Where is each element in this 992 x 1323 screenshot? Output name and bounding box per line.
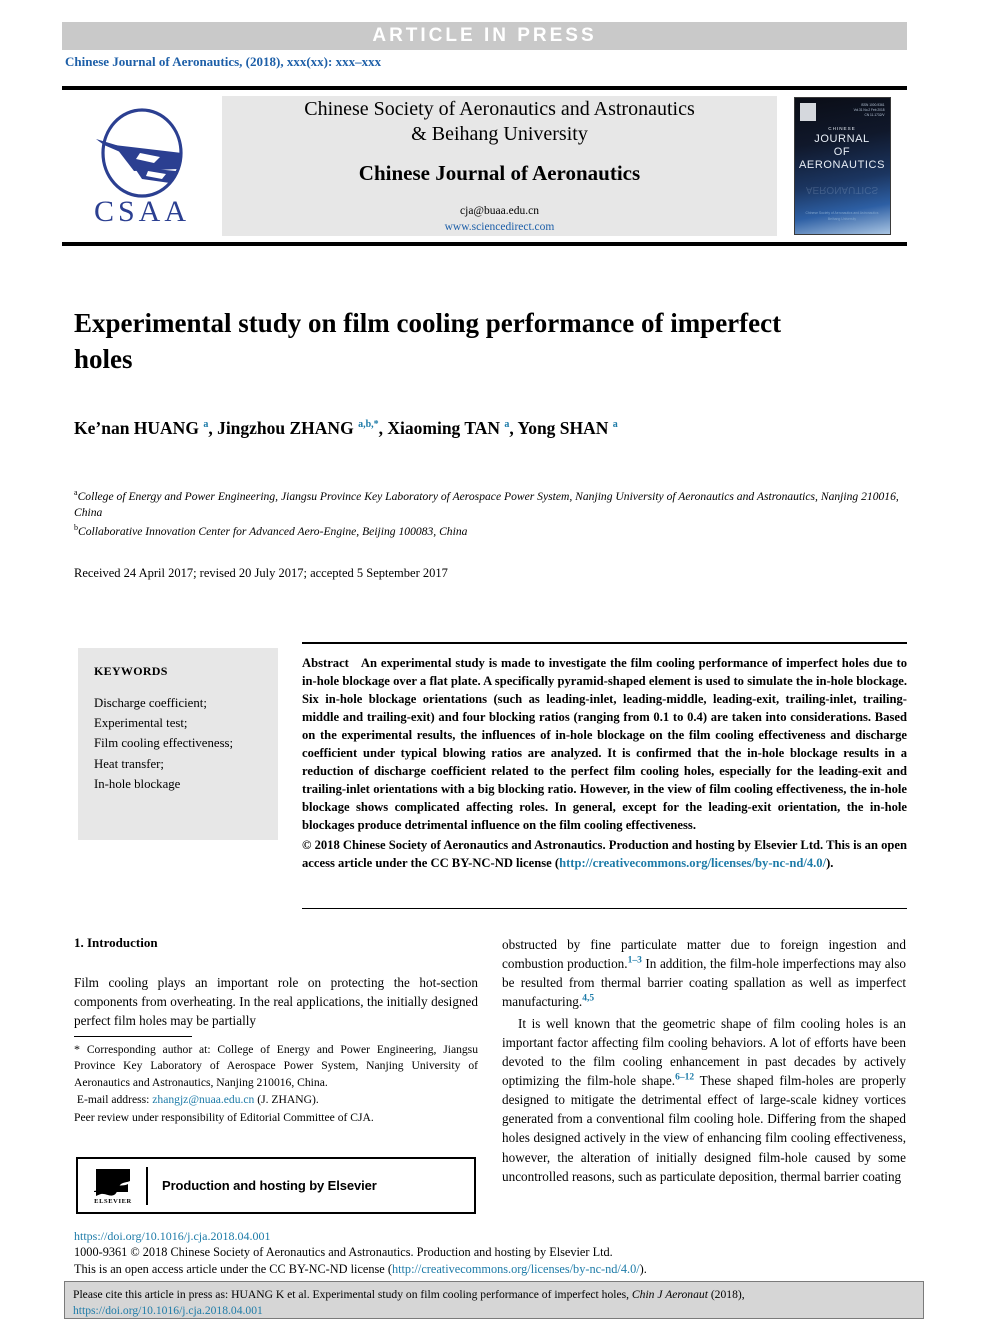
footer-issn-line: 1000-9361 © 2018 Chinese Society of Aero… (74, 1245, 613, 1259)
elsevier-wordmark: ELSEVIER (94, 1197, 132, 1205)
keyword-item: In-hole blockage (94, 776, 181, 791)
running-head: Chinese Journal of Aeronautics, (2018), … (65, 54, 382, 69)
cover-title-line-2: OF (833, 145, 851, 158)
csaa-logo-text: CSAA (93, 195, 191, 228)
citation-journal-abbrev: Chin J Aeronaut (631, 1288, 708, 1301)
journal-email: cja@buaa.edu.cn (460, 204, 539, 217)
cover-footer-line-2: Beihang University (827, 216, 857, 221)
keyword-item: Discharge coefficient; (94, 696, 207, 710)
journal-name: Chinese Journal of Aeronautics (358, 160, 641, 185)
cover-title-line-3: AERONAUTICS (798, 158, 886, 171)
article-in-press-label: ARTICLE IN PRESS (372, 25, 597, 46)
citation-ref[interactable]: 1–3 (628, 956, 642, 966)
abstract-rule-bottom (302, 908, 907, 909)
keyword-item: Experimental test; (94, 716, 188, 731)
cover-footer-line-1: Chinese Society of Aeronautics and Astro… (805, 210, 879, 215)
society-line-1: Chinese Society of Aeronautics and Astro… (304, 97, 695, 120)
section-heading-introduction: 1. Introduction (74, 935, 158, 950)
asterisk-icon: * (74, 1042, 80, 1056)
footer-license-link[interactable]: http://creativecommons.org/licenses/by-n… (392, 1262, 640, 1276)
elsevier-tree-icon (799, 103, 816, 121)
abstract-block: Abstract An experimental study is made to… (302, 654, 907, 872)
footer-doi-link[interactable]: https://doi.org/10.1016/j.cja.2018.04.00… (74, 1229, 914, 1244)
keywords-panel: KEYWORDS Discharge coefficient; Experime… (78, 648, 278, 840)
corresponding-author-note: * Corresponding author at: College of En… (74, 1042, 478, 1089)
footnote-block: * Corresponding author at: College of En… (74, 1036, 478, 1126)
keywords-heading: KEYWORDS (94, 664, 168, 678)
cover-title-reflection: AERONAUTICS (805, 184, 879, 195)
citation-box: Please cite this article in press as: HU… (64, 1281, 924, 1319)
footnote-rule (74, 1036, 192, 1037)
keyword-item: Heat transfer; (94, 756, 164, 771)
left-column: 1. Introduction Film cooling plays an im… (74, 935, 478, 1032)
affiliations: aCollege of Energy and Power Engineering… (74, 487, 904, 540)
footer-license-line: This is an open access article under the… (74, 1261, 647, 1276)
paper-page: ARTICLE IN PRESS Chinese Journal of Aero… (0, 0, 992, 1323)
abstract-label: Abstract (302, 656, 349, 670)
peer-review-note: Peer review under responsibility of Edit… (74, 1110, 374, 1124)
abstract-rule-top (302, 642, 907, 644)
citation-ref[interactable]: 6–12 (675, 1073, 694, 1083)
masthead-center: Chinese Society of Aeronautics and Astro… (222, 96, 777, 236)
journal-masthead: CSAA Chinese Society of Aeronautics and … (62, 86, 907, 246)
received-dates: Received 24 April 2017; revised 20 July … (74, 566, 448, 580)
affiliation-a: aCollege of Energy and Power Engineering… (74, 488, 899, 520)
right-paragraph-1: obstructed by fine particulate matter du… (502, 937, 906, 1010)
right-paragraph-2: It is well known that the geometric shap… (502, 1015, 906, 1184)
abstract-copyright: © 2018 Chinese Society of Aeronautics an… (302, 838, 907, 870)
page-footer: https://doi.org/10.1016/j.cja.2018.04.00… (74, 1229, 914, 1278)
elsevier-divider (146, 1166, 148, 1205)
cover-issue-info: ISSN 1000-9361 Vol.31 No.2 Feb 2018 CN 11-… (853, 103, 885, 117)
corresponding-email-link[interactable]: zhangjz@nuaa.edu.cn (152, 1093, 254, 1106)
cover-title-line-1: JOURNAL (814, 133, 870, 145)
affiliation-b: bCollaborative Innovation Center for Adv… (74, 522, 468, 538)
license-link[interactable]: http://creativecommons.org/licenses/by-n… (559, 856, 826, 870)
citation-doi-link[interactable]: https://doi.org/10.1016/j.cja.2018.04.00… (73, 1304, 263, 1317)
article-title: Experimental study on film cooling perfo… (74, 308, 782, 374)
keyword-item: Film cooling effectiveness; (94, 736, 234, 751)
intro-paragraph-1: Film cooling plays an important role on … (74, 975, 478, 1029)
csaa-emblem-icon (90, 107, 194, 199)
author-list: Ke’nan HUANG a, Jingzhou ZHANG a,b,*, Xi… (74, 418, 618, 438)
article-in-press-banner: ARTICLE IN PRESS (62, 22, 907, 50)
society-line-2: & Beihang University (411, 122, 588, 145)
sciencedirect-url[interactable]: www.sciencedirect.com (445, 220, 555, 236)
elsevier-production-text: Production and hosting by Elsevier (162, 1178, 377, 1193)
email-note: E-mail address: zhangjz@nuaa.edu.cn (J. … (76, 1093, 319, 1107)
abstract-text: An experimental study is made to investi… (302, 656, 907, 832)
elsevier-production-box: ELSEVIER Production and hosting by Elsev… (76, 1157, 476, 1214)
csaa-logo: CSAA (62, 90, 222, 242)
citation-ref[interactable]: 4,5 (582, 994, 594, 1004)
right-column: obstructed by fine particulate matter du… (502, 935, 906, 1188)
keywords-list: Discharge coefficient; Experimental test… (94, 693, 264, 794)
elsevier-tree-icon (92, 1167, 134, 1197)
cover-chinese-label: CHINESE (828, 126, 856, 131)
journal-cover-thumbnail: ISSN 1000-9361 Vol.31 No.2 Feb 2018 CN 11-… (777, 90, 907, 242)
